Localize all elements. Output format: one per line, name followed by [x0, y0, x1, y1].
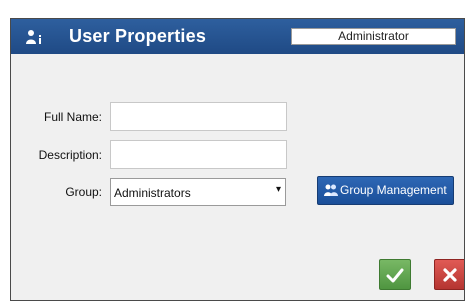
group-select[interactable]: Administrators ▾: [110, 178, 286, 206]
users-icon: [324, 184, 338, 196]
group-label: Group:: [65, 185, 102, 199]
full-name-label: Full Name:: [43, 110, 102, 124]
user-properties-dialog: User Properties Administrator Full Name:…: [10, 18, 465, 301]
cancel-button[interactable]: [434, 259, 464, 290]
dialog-titlebar: User Properties Administrator: [11, 19, 464, 54]
group-select-value: Administrators: [114, 186, 191, 200]
description-label: Description:: [38, 148, 102, 162]
group-management-button[interactable]: Group Management: [317, 176, 454, 205]
description-input[interactable]: [110, 140, 287, 169]
checkmark-icon: [386, 268, 404, 283]
full-name-input[interactable]: [110, 102, 287, 131]
dialog-title: User Properties: [69, 26, 207, 46]
user-info-icon: [26, 30, 41, 44]
chevron-down-icon: ▾: [275, 184, 281, 195]
group-management-label: Group Management: [340, 183, 447, 197]
ok-button[interactable]: [379, 259, 411, 290]
current-user-field: Administrator: [291, 28, 456, 45]
close-icon: [443, 268, 457, 282]
